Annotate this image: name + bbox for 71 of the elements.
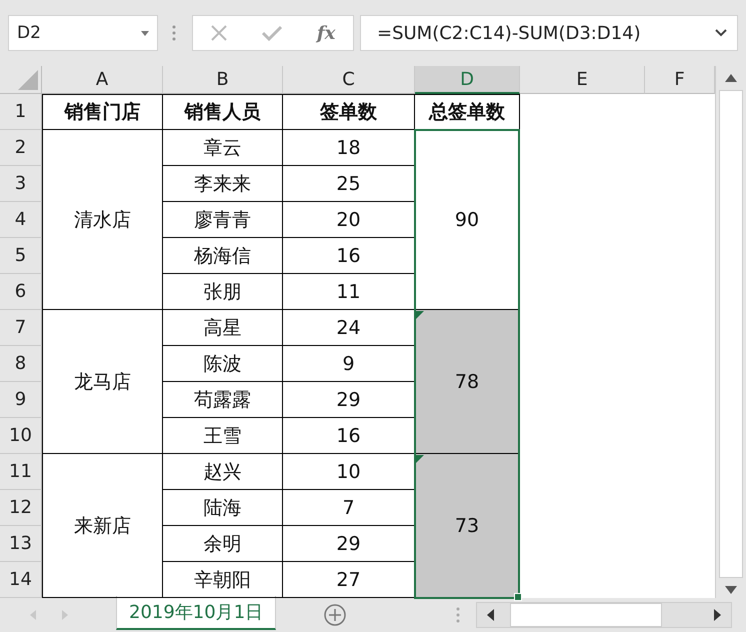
caret-icon	[141, 30, 149, 36]
table-cell: 赵兴	[163, 454, 283, 490]
table-cell: 7	[283, 490, 415, 526]
column-header[interactable]: E	[520, 66, 645, 94]
formula-field[interactable]: =SUM(C2:C14)-SUM(D3:D14)	[360, 15, 738, 51]
header-cell: 总签单数	[415, 94, 520, 130]
name-box[interactable]: D2	[8, 15, 158, 51]
row-header[interactable]: 9	[0, 382, 42, 418]
table-cell: 苟露露	[163, 382, 283, 418]
scroll-down-icon[interactable]	[725, 586, 737, 594]
table-cell: 25	[283, 166, 415, 202]
horizontal-scrollbar[interactable]	[476, 602, 732, 628]
table-cell: 27	[283, 562, 415, 598]
row-header[interactable]: 4	[0, 202, 42, 238]
column-header[interactable]: D	[415, 66, 520, 94]
table-cell: 陆海	[163, 490, 283, 526]
table-cell: 20	[283, 202, 415, 238]
row-header[interactable]: 2	[0, 130, 42, 166]
row-header[interactable]: 3	[0, 166, 42, 202]
column-header[interactable]: C	[283, 66, 415, 94]
header-cell: 销售人员	[163, 94, 283, 130]
row-header[interactable]: 7	[0, 310, 42, 346]
scroll-up-icon[interactable]	[725, 74, 737, 82]
row-header[interactable]: 14	[0, 562, 42, 598]
header-cell: 签单数	[283, 94, 415, 130]
row-header[interactable]: 13	[0, 526, 42, 562]
table-cell: 陈波	[163, 346, 283, 382]
chevron-down-icon[interactable]	[715, 29, 727, 37]
table-cell: 杨海信	[163, 238, 283, 274]
cancel-icon[interactable]	[210, 25, 227, 41]
table-cell: 11	[283, 274, 415, 310]
add-sheet-icon[interactable]	[324, 604, 346, 626]
row-header[interactable]: 5	[0, 238, 42, 274]
scroll-right-icon[interactable]	[714, 609, 722, 621]
row-header[interactable]: 1	[0, 94, 42, 130]
header-cell: 销售门店	[42, 94, 163, 130]
column-header[interactable]: B	[163, 66, 283, 94]
table-cell: 高星	[163, 310, 283, 346]
corner-triangle-icon	[18, 70, 38, 90]
table-cell: 10	[283, 454, 415, 490]
table-cell: 余明	[163, 526, 283, 562]
drag-handle-icon	[172, 25, 176, 41]
table-cell: 29	[283, 382, 415, 418]
table-cell[interactable]: 78	[415, 310, 520, 454]
table-cell: 龙马店	[42, 310, 163, 454]
drag-handle-icon	[456, 607, 460, 623]
table-cell: 29	[283, 526, 415, 562]
table-cell: 廖青青	[163, 202, 283, 238]
row-header[interactable]: 12	[0, 490, 42, 526]
row-header[interactable]: 6	[0, 274, 42, 310]
row-header[interactable]: 8	[0, 346, 42, 382]
column-header[interactable]: A	[42, 66, 163, 94]
table-cell: 16	[283, 238, 415, 274]
table-cell: 王雪	[163, 418, 283, 454]
table-cell: 张朋	[163, 274, 283, 310]
table-cell[interactable]: 73	[415, 454, 520, 598]
insert-function-button[interactable]: fx	[316, 22, 336, 44]
column-header[interactable]: F	[645, 66, 715, 94]
scroll-left-icon[interactable]	[487, 609, 494, 621]
table-cell: 清水店	[42, 130, 163, 310]
sheet-tab[interactable]: 2019年10月1日	[116, 596, 276, 630]
row-header[interactable]: 10	[0, 418, 42, 454]
table-cell: 李来来	[163, 166, 283, 202]
table-cell: 9	[283, 346, 415, 382]
table-cell: 章云	[163, 130, 283, 166]
fill-handle[interactable]	[514, 593, 522, 601]
row-header[interactable]: 11	[0, 454, 42, 490]
table-cell: 24	[283, 310, 415, 346]
table-cell: 16	[283, 418, 415, 454]
table-cell: 18	[283, 130, 415, 166]
check-icon[interactable]	[262, 25, 282, 41]
